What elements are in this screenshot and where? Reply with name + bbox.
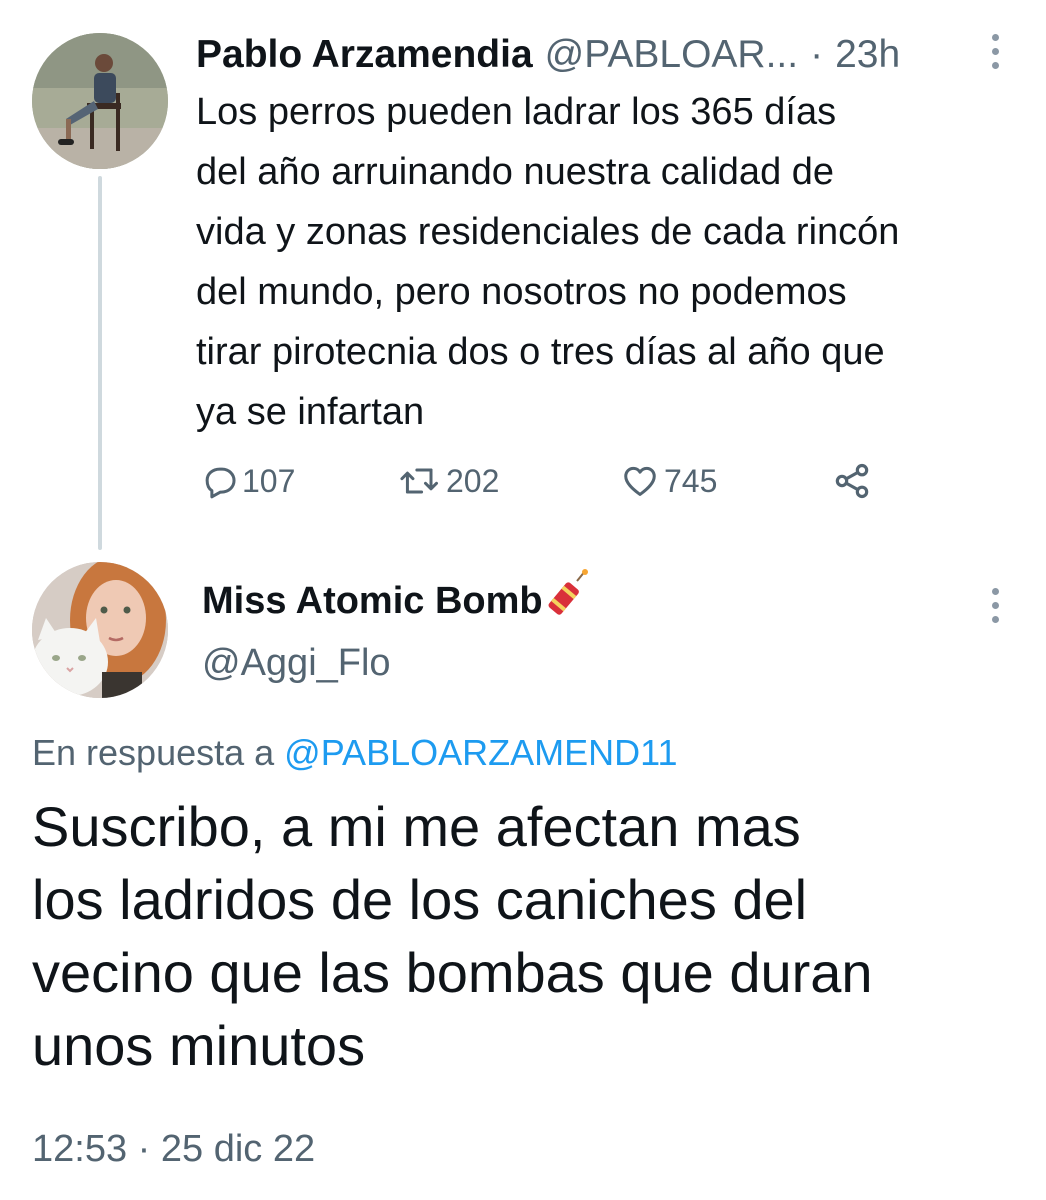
in-reply-prefix: En respuesta a — [32, 732, 275, 773]
retweet-button[interactable]: 202 — [398, 456, 499, 506]
thread-connector-line — [98, 176, 102, 550]
firecracker-icon — [548, 569, 588, 615]
aggi-avatar[interactable] — [32, 562, 168, 698]
reply-author-name-row[interactable]: Miss Atomic Bomb — [202, 569, 589, 627]
share-icon — [835, 463, 869, 499]
in-reply-to-line: En respuesta a @PABLOARZAMEND11 — [32, 732, 677, 774]
header-separator: · — [810, 32, 824, 76]
retweet-count: 202 — [446, 462, 500, 499]
parent-author-name[interactable]: Pablo Arzamendia — [196, 35, 533, 74]
parent-tweet-actions: 107 202 745 — [200, 456, 900, 506]
more-icon[interactable] — [985, 34, 1005, 69]
parent-author-handle[interactable]: @PABLOAR... — [545, 35, 798, 74]
more-icon[interactable] — [985, 588, 1005, 623]
reply-time: 12:53 — [32, 1128, 128, 1170]
parent-tweet-time[interactable]: 23h — [835, 35, 900, 74]
retweet-icon — [400, 468, 438, 494]
parent-tweet-text: Los perros pueden ladrar los 365 días de… — [196, 91, 900, 433]
like-button[interactable]: 745 — [620, 456, 717, 506]
reply-tweet-text: Suscribo, a mi me afectan mas los ladrid… — [32, 795, 873, 1077]
reply-author-handle[interactable]: @Aggi_Flo — [202, 642, 391, 685]
reply-timestamp[interactable]: 12:53 · 25 dic 22 — [32, 1128, 315, 1171]
like-icon — [624, 466, 656, 496]
timestamp-separator: · — [137, 1128, 151, 1170]
in-reply-handle-link[interactable]: @PABLOARZAMEND11 — [284, 732, 677, 773]
reply-date: 25 dic 22 — [160, 1128, 316, 1170]
parent-tweet-header: Pablo Arzamendia @PABLOAR... · 23h — [196, 26, 900, 82]
share-button[interactable] — [832, 456, 872, 506]
reply-count: 107 — [242, 462, 296, 499]
reply-icon — [205, 467, 236, 499]
pablo-avatar[interactable] — [32, 33, 168, 169]
like-count: 745 — [664, 462, 718, 499]
reply-author-name: Miss Atomic Bomb — [202, 579, 543, 622]
reply-button[interactable]: 107 — [200, 456, 295, 506]
